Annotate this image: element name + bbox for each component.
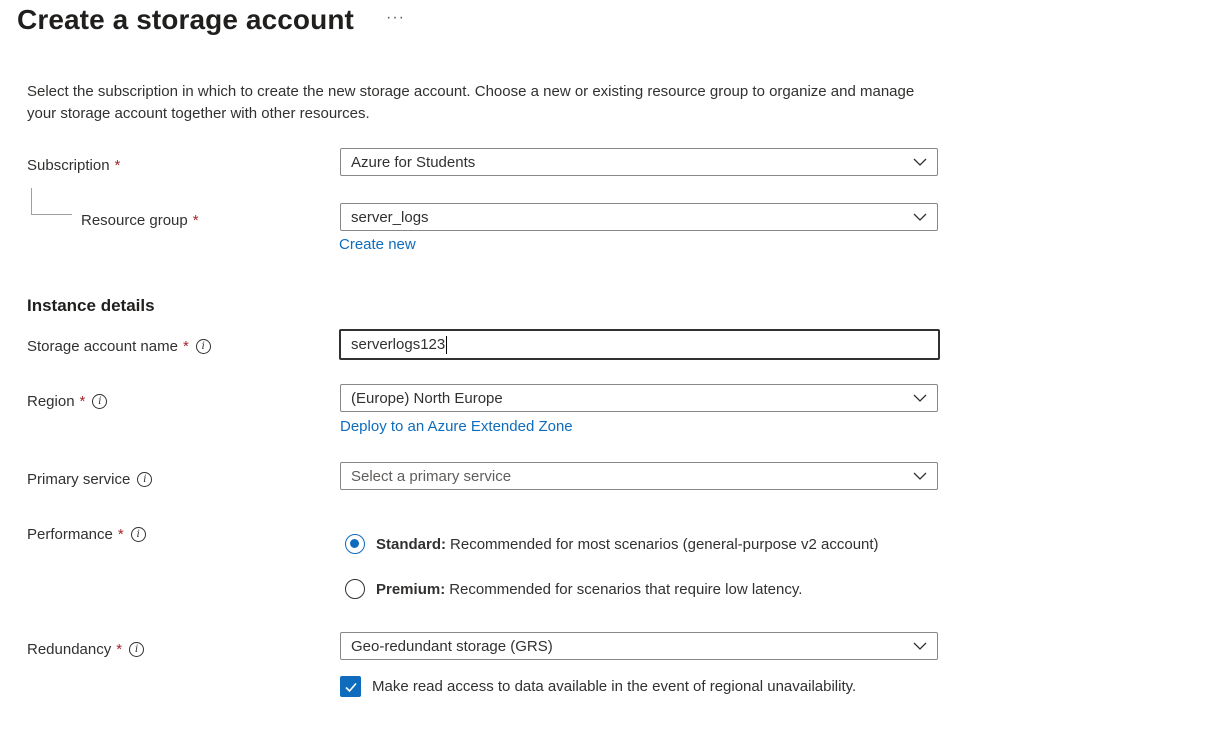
description-text: Select the subscription in which to crea… <box>27 83 915 122</box>
primary-service-placeholder: Select a primary service <box>351 467 512 485</box>
region-value: (Europe) North Europe <box>351 389 503 407</box>
info-icon[interactable]: i <box>195 339 211 354</box>
required-marker: * <box>192 212 199 229</box>
chevron-down-icon <box>913 213 927 221</box>
instance-details-heading: Instance details <box>27 296 155 315</box>
required-marker: * <box>117 526 124 543</box>
tree-connector-horizontal <box>31 214 72 215</box>
chevron-down-icon <box>913 394 927 402</box>
subscription-value: Azure for Students <box>351 153 476 171</box>
read-access-checkbox[interactable] <box>340 676 361 697</box>
primary-service-dropdown[interactable]: Select a primary service <box>340 462 938 490</box>
resource-group-value: server_logs <box>351 208 429 226</box>
chevron-down-icon <box>913 642 927 650</box>
tree-connector-vertical <box>31 188 32 215</box>
extended-zone-link[interactable]: Deploy to an Azure Extended Zone <box>340 418 573 435</box>
performance-option-premium[interactable]: Premium: Recommended for scenarios that r… <box>345 579 802 599</box>
radio-premium[interactable] <box>345 579 365 599</box>
info-icon[interactable]: i <box>92 394 108 409</box>
chevron-down-icon <box>913 472 927 480</box>
storage-account-name-label: Storage account name * i <box>27 338 211 355</box>
resource-group-label: Resource group * <box>81 212 199 229</box>
performance-option-standard[interactable]: Standard: Recommended for most scenarios … <box>345 534 879 554</box>
primary-service-label: Primary service i <box>27 471 153 488</box>
chevron-down-icon <box>913 158 927 166</box>
required-marker: * <box>182 338 189 355</box>
info-icon[interactable]: i <box>129 642 145 657</box>
subscription-label: Subscription * <box>27 157 121 174</box>
required-marker: * <box>116 641 123 658</box>
info-icon[interactable]: i <box>137 472 153 487</box>
checkmark-icon <box>344 682 357 692</box>
redundancy-value: Geo-redundant storage (GRS) <box>351 637 553 655</box>
resource-group-dropdown[interactable]: server_logs <box>340 203 938 231</box>
read-access-label[interactable]: Make read access to data available in th… <box>372 678 856 695</box>
radio-standard[interactable] <box>345 534 365 554</box>
page-title: Create a storage account <box>17 4 354 35</box>
create-new-resource-group-link[interactable]: Create new <box>339 236 416 253</box>
redundancy-label: Redundancy * i <box>27 641 145 658</box>
info-icon[interactable]: i <box>130 527 146 542</box>
required-marker: * <box>114 157 121 174</box>
region-dropdown[interactable]: (Europe) North Europe <box>340 384 938 412</box>
subscription-dropdown[interactable]: Azure for Students <box>340 148 938 176</box>
storage-account-name-input[interactable]: serverlogs123 <box>339 329 940 360</box>
region-label: Region * i <box>27 393 108 410</box>
redundancy-dropdown[interactable]: Geo-redundant storage (GRS) <box>340 632 938 660</box>
more-options-button[interactable]: ··· <box>386 9 405 27</box>
performance-label: Performance * i <box>27 526 146 543</box>
required-marker: * <box>79 393 86 410</box>
text-cursor <box>446 335 448 354</box>
storage-account-name-value: serverlogs123 <box>351 336 446 353</box>
